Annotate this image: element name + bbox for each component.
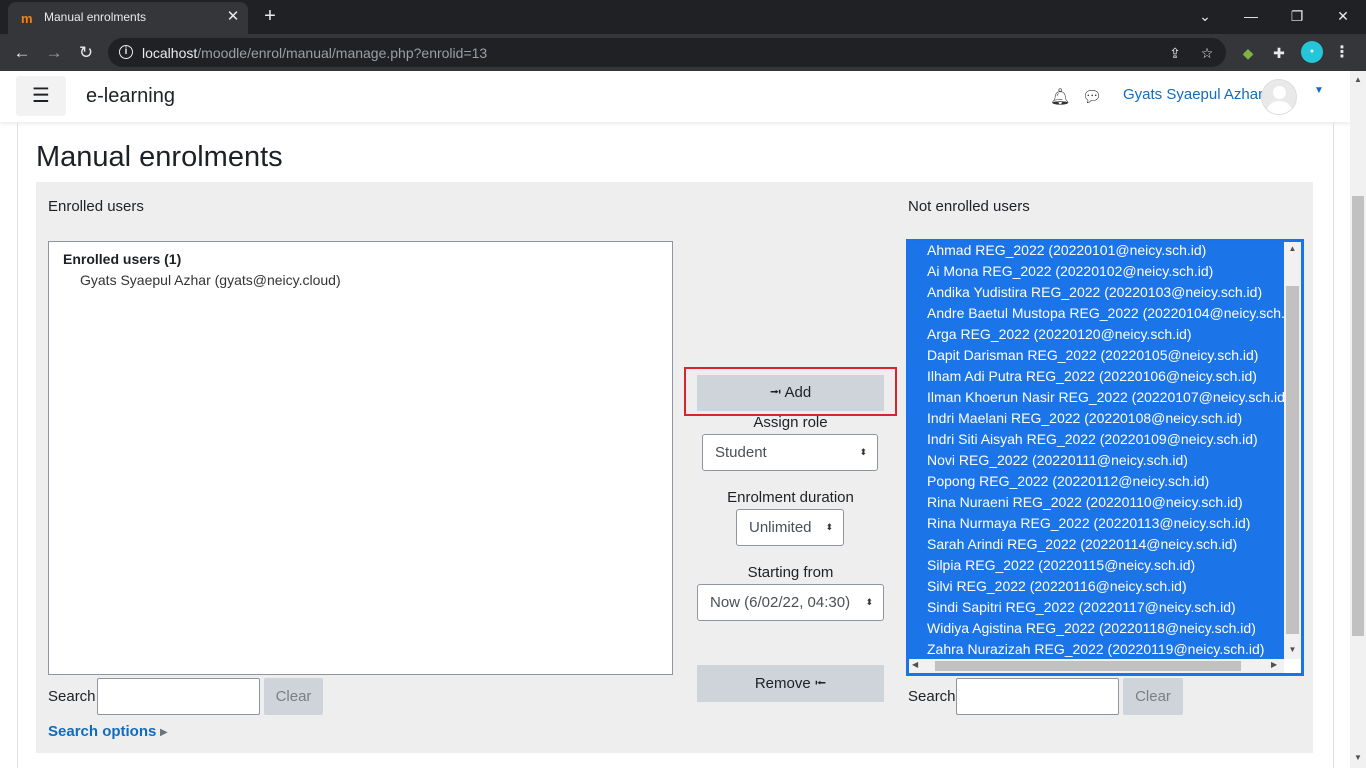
starting-value: Now (6/02/22, 04:30) [710, 594, 851, 611]
select-arrows-icon: ⬍ [859, 447, 867, 457]
tab-search-icon[interactable]: ⌄ [1193, 6, 1217, 26]
not-enrolled-user-option[interactable]: Andika Yudistira REG_2022 (20220103@neic… [927, 282, 1262, 303]
page-scroll-thumb[interactable] [1352, 196, 1364, 636]
assign-role-select[interactable]: Student ⬍ [702, 434, 878, 471]
not-enrolled-search-input[interactable] [956, 678, 1119, 715]
enrolled-users-list[interactable]: Enrolled users (1) Gyats Syaepul Azhar (… [48, 241, 673, 675]
address-bar[interactable]: i localhost/moodle/enrol/manual/manage.p… [108, 38, 1226, 67]
not-enrolled-user-option[interactable]: Arga REG_2022 (20220120@neicy.sch.id) [927, 324, 1192, 345]
select-arrows-icon: ⬍ [825, 522, 833, 532]
user-name-link[interactable]: Gyats Syaepul Azhar [1123, 86, 1263, 103]
not-enrolled-users-label: Not enrolled users [908, 198, 1030, 215]
enrolled-user-option[interactable]: Gyats Syaepul Azhar (gyats@neicy.cloud) [80, 272, 341, 288]
not-enrolled-user-option[interactable]: Andre Baetul Mustopa REG_2022 (20220104@… [927, 303, 1284, 324]
not-enrolled-user-option[interactable]: Silvi REG_2022 (20220116@neicy.sch.id) [927, 576, 1187, 597]
restore-icon[interactable]: ❐ [1285, 6, 1309, 26]
not-enrolled-user-option[interactable]: Ilman Khoerun Nasir REG_2022 (20220107@n… [927, 387, 1284, 408]
not-enrolled-user-option[interactable]: Zahra Nurazizah REG_2022 (20220119@neicy… [927, 639, 1264, 659]
scroll-right-icon[interactable]: ▶ [1271, 660, 1277, 669]
not-enrolled-search-label: Search [908, 688, 956, 705]
site-brand[interactable]: e-learning [86, 85, 175, 108]
page-scroll-up-icon[interactable]: ▲ [1350, 73, 1366, 87]
back-icon[interactable]: ← [10, 41, 34, 65]
assign-role-label: Assign role [753, 414, 828, 431]
not-enrolled-user-option[interactable]: Rina Nuraeni REG_2022 (20220110@neicy.sc… [927, 492, 1243, 513]
user-avatar[interactable] [1261, 79, 1297, 115]
starting-from-select[interactable]: Now (6/02/22, 04:30) ⬍ [697, 584, 884, 621]
browser-tab-strip: m Manual enrolments ✕ + ⌄ — ❐ ✕ [0, 0, 1366, 34]
extension-icon[interactable]: ◆ [1237, 42, 1259, 64]
share-icon[interactable]: ⇪ [1166, 44, 1184, 62]
enrolled-search-input[interactable] [97, 678, 260, 715]
tab-title: Manual enrolments [44, 10, 147, 24]
page-viewport: ☰ e-learning 🔔︎ 💬︎ Gyats Syaepul Azhar ▼… [0, 71, 1350, 768]
not-enrolled-users-list[interactable]: Ahmad REG_2022 (20220101@neicy.sch.id) Ai… [906, 239, 1304, 676]
not-enrolled-user-option[interactable]: Popong REG_2022 (20220112@neicy.sch.id) [927, 471, 1209, 492]
messages-icon[interactable]: 💬︎ [1082, 87, 1102, 107]
list-hscroll-thumb[interactable] [935, 661, 1241, 671]
url-text[interactable]: localhost/moodle/enrol/manual/manage.php… [142, 45, 487, 61]
not-enrolled-options[interactable]: Ahmad REG_2022 (20220101@neicy.sch.id) Ai… [909, 242, 1284, 659]
moodle-navbar: ☰ e-learning 🔔︎ 💬︎ Gyats Syaepul Azhar ▼ [0, 71, 1350, 122]
menu-toggle-button[interactable]: ☰ [16, 76, 66, 116]
browser-toolbar: ← → ↻ i localhost/moodle/enrol/manual/ma… [0, 34, 1366, 71]
enrolment-duration-select[interactable]: Unlimited ⬍ [736, 509, 844, 546]
enrolled-users-group: Enrolled users (1) [63, 251, 182, 267]
enrolled-users-label: Enrolled users [48, 198, 144, 215]
notification-bell-icon[interactable]: 🔔︎ [1050, 87, 1070, 107]
not-enrolled-user-option[interactable]: Sarah Arindi REG_2022 (20220114@neicy.sc… [927, 534, 1237, 555]
page-scrollbar[interactable]: ▲ ▼ [1350, 71, 1366, 768]
site-info-icon[interactable]: i [119, 45, 133, 59]
browser-tab[interactable]: m Manual enrolments ✕ [8, 2, 248, 34]
remove-button[interactable]: Remove ⭰ [697, 665, 884, 702]
not-enrolled-user-option[interactable]: Ai Mona REG_2022 (20220102@neicy.sch.id) [927, 261, 1213, 282]
scroll-left-icon[interactable]: ◀ [912, 660, 918, 669]
close-window-icon[interactable]: ✕ [1331, 6, 1355, 26]
select-arrows-icon: ⬍ [865, 597, 873, 607]
page-title: Manual enrolments [36, 141, 283, 173]
scroll-up-icon[interactable]: ▲ [1284, 244, 1301, 253]
expand-arrow-icon[interactable]: ▶ [160, 727, 168, 738]
close-tab-icon[interactable]: ✕ [224, 8, 242, 26]
not-enrolled-user-option[interactable]: Ilham Adi Putra REG_2022 (20220106@neicy… [927, 366, 1257, 387]
list-horizontal-scrollbar[interactable]: ◀ ▶ [909, 659, 1284, 673]
browser-menu-icon[interactable]: ⋮ [1334, 42, 1350, 64]
add-button[interactable]: ⭲ Add [697, 375, 884, 411]
not-enrolled-user-option[interactable]: Indri Maelani REG_2022 (20220108@neicy.s… [927, 408, 1242, 429]
list-scroll-thumb[interactable] [1286, 286, 1299, 634]
not-enrolled-user-option[interactable]: Rina Nurmaya REG_2022 (20220113@neicy.sc… [927, 513, 1250, 534]
profile-avatar-icon[interactable]: ● [1301, 41, 1323, 63]
extensions-puzzle-icon[interactable]: ✚ [1268, 42, 1290, 64]
not-enrolled-user-option[interactable]: Ahmad REG_2022 (20220101@neicy.sch.id) [927, 242, 1206, 261]
scroll-down-icon[interactable]: ▼ [1284, 645, 1301, 654]
not-enrolled-user-option[interactable]: Indri Siti Aisyah REG_2022 (20220109@nei… [927, 429, 1258, 450]
user-menu-caret-icon[interactable]: ▼ [1314, 85, 1324, 96]
search-options-link[interactable]: Search options [48, 723, 156, 740]
not-enrolled-clear-button[interactable]: Clear [1123, 678, 1183, 715]
minimize-icon[interactable]: — [1239, 6, 1263, 26]
not-enrolled-user-option[interactable]: Widiya Agistina REG_2022 (20220118@neicy… [927, 618, 1256, 639]
not-enrolled-user-option[interactable]: Novi REG_2022 (20220111@neicy.sch.id) [927, 450, 1188, 471]
reload-icon[interactable]: ↻ [74, 41, 98, 65]
not-enrolled-user-option[interactable]: Dapit Darisman REG_2022 (20220105@neicy.… [927, 345, 1258, 366]
list-vertical-scrollbar[interactable]: ▲ ▼ [1284, 242, 1301, 659]
not-enrolled-user-option[interactable]: Sindi Sapitri REG_2022 (20220117@neicy.s… [927, 597, 1236, 618]
page-scroll-down-icon[interactable]: ▼ [1350, 751, 1366, 765]
enrolment-duration-label: Enrolment duration [727, 489, 854, 506]
new-tab-button[interactable]: + [259, 5, 281, 27]
enrolled-clear-button[interactable]: Clear [264, 678, 323, 715]
bookmark-star-icon[interactable]: ☆ [1198, 44, 1216, 62]
duration-value: Unlimited [749, 519, 812, 536]
starting-from-label: Starting from [747, 564, 834, 581]
enrolled-search-label: Search [48, 688, 96, 705]
not-enrolled-user-option[interactable]: Silpia REG_2022 (20220115@neicy.sch.id) [927, 555, 1195, 576]
forward-icon[interactable]: → [42, 41, 66, 65]
moodle-favicon-icon: m [21, 11, 33, 26]
role-value: Student [715, 444, 767, 461]
